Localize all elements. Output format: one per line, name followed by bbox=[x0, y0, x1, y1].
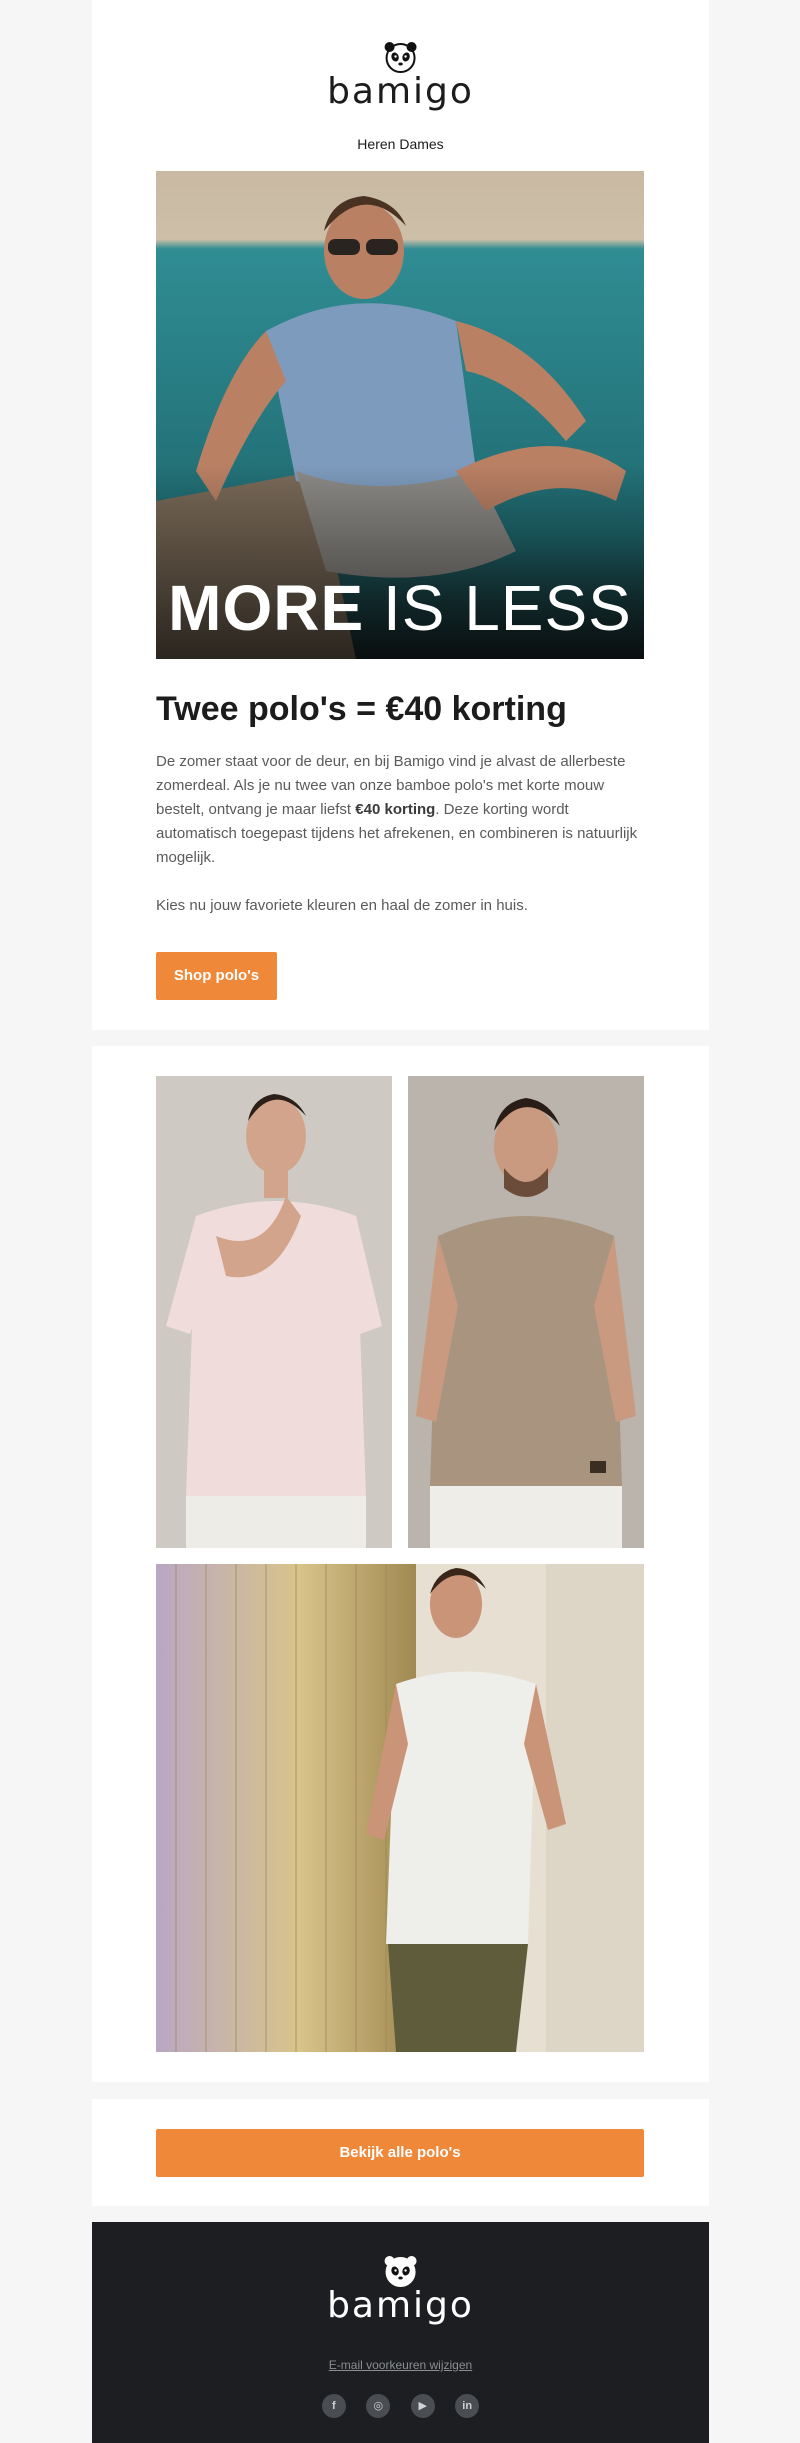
email-preferences-link[interactable]: E-mail voorkeuren wijzigen bbox=[92, 2358, 709, 2372]
footer-logo[interactable]: bamigo bbox=[327, 2254, 474, 2324]
taupe-polo-photo[interactable] bbox=[408, 1076, 644, 1548]
footer-wordmark: bamigo bbox=[327, 2285, 474, 2326]
view-all-polos-button[interactable]: Bekijk alle polo's bbox=[156, 2129, 644, 2177]
gallery-card bbox=[92, 1046, 709, 2082]
hero-caption-bold: MORE bbox=[168, 572, 365, 644]
light-grey-polo-image bbox=[156, 1564, 644, 2052]
promo-body: De zomer staat voor de deur, en bij Bami… bbox=[156, 750, 644, 918]
nav-link-dames[interactable]: Dames bbox=[399, 136, 443, 152]
panda-icon bbox=[384, 2256, 417, 2287]
promo-paragraph-2: Kies nu jouw favoriete kleuren en haal d… bbox=[156, 897, 528, 914]
nav-link-heren[interactable]: Heren bbox=[357, 136, 395, 152]
pink-polo-image bbox=[156, 1076, 392, 1548]
hero-image[interactable]: MORE IS LESS bbox=[156, 171, 644, 659]
linkedin-icon[interactable]: in bbox=[455, 2394, 480, 2418]
hero-card: bamigo Heren Dames MORE IS LESS Twee pol… bbox=[92, 0, 709, 1030]
shop-polos-button[interactable]: Shop polo's bbox=[156, 952, 277, 1000]
hero-caption-light: IS LESS bbox=[382, 572, 632, 644]
youtube-icon[interactable]: ▶ bbox=[410, 2394, 435, 2418]
brand-logo[interactable]: bamigo bbox=[327, 40, 474, 110]
gender-nav: Heren Dames bbox=[92, 136, 709, 152]
footer: bamigo E-mail voorkeuren wijzigen f ◎ ▶ … bbox=[92, 2222, 709, 2443]
taupe-polo-image bbox=[408, 1076, 644, 1548]
instagram-icon[interactable]: ◎ bbox=[366, 2394, 391, 2418]
pink-polo-photo[interactable] bbox=[156, 1076, 392, 1548]
panda-icon bbox=[384, 42, 417, 73]
facebook-icon[interactable]: f bbox=[321, 2394, 346, 2418]
social-links: f ◎ ▶ in bbox=[92, 2394, 709, 2418]
light-grey-polo-photo[interactable] bbox=[156, 1564, 644, 2052]
promo-headline: Twee polo's = €40 korting bbox=[156, 690, 567, 728]
promo-discount: €40 korting bbox=[355, 801, 436, 818]
cta-card: Bekijk alle polo's bbox=[92, 2099, 709, 2206]
hero-caption: MORE IS LESS bbox=[156, 571, 644, 645]
promo-paragraph-1: De zomer staat voor de deur, en bij Bami… bbox=[156, 750, 644, 870]
brand-wordmark: bamigo bbox=[327, 71, 474, 112]
